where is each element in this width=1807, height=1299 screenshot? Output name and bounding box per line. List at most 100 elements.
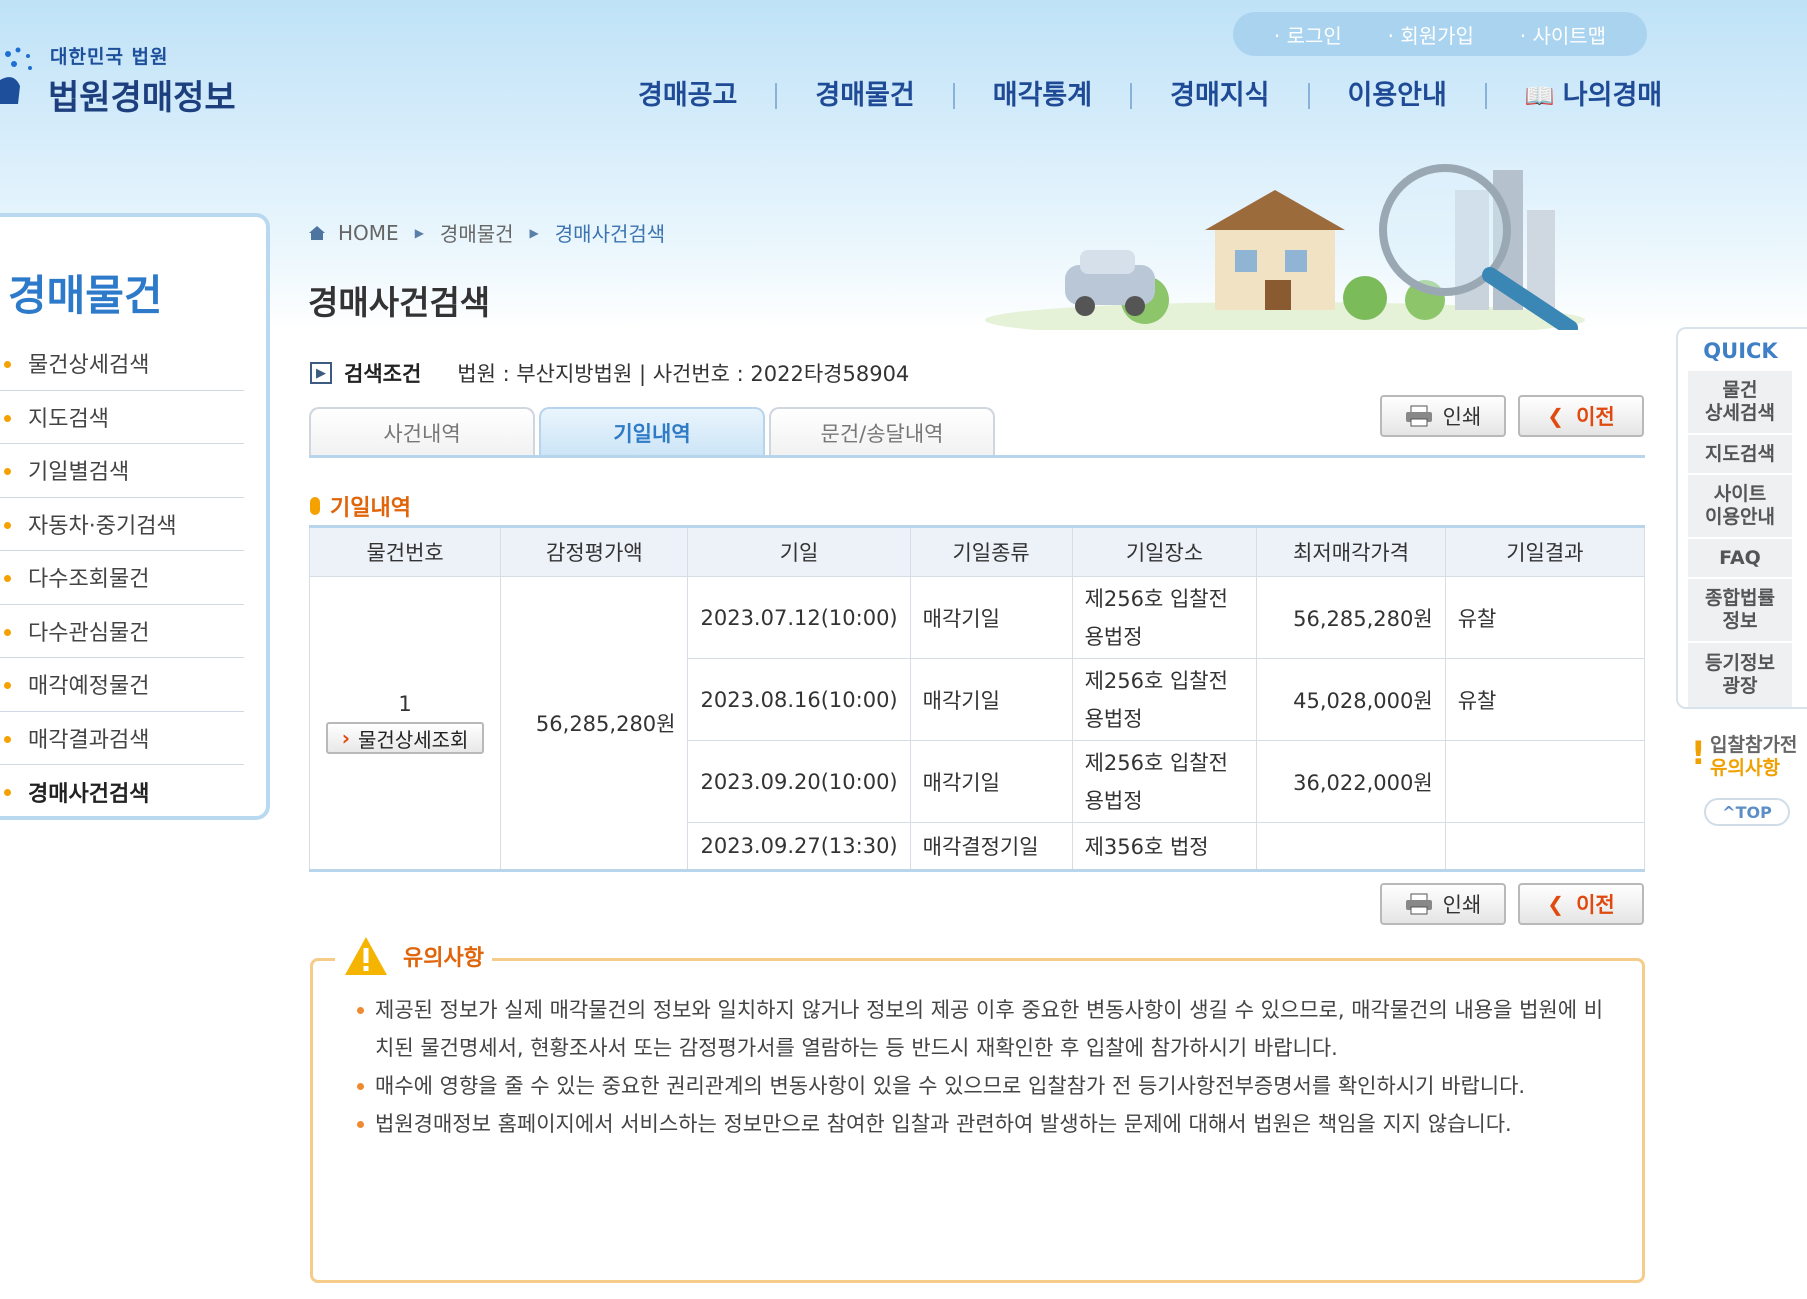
quick-item-faq[interactable]: FAQ	[1688, 539, 1792, 579]
breadcrumb: HOME ▶ 경매물건 ▶ 경매사건검색	[308, 218, 665, 247]
notice-header: 유의사항	[335, 935, 492, 977]
sidebar-item-most-viewed[interactable]: 다수조회물건	[0, 551, 244, 605]
sidebar-item-most-interested[interactable]: 다수관심물건	[0, 605, 244, 658]
notice-item: 매수에 영향을 줄 수 있는 중요한 권리관계의 변동사항이 있을 수 있으므로…	[353, 1067, 1613, 1105]
chevron-left-icon: ❮	[1547, 404, 1565, 428]
site-logo[interactable]: 대한민국 법원 법원경매정보	[0, 32, 240, 122]
exclamation-icon: !	[1691, 734, 1706, 772]
util-join-link[interactable]: 회원가입	[1388, 20, 1474, 49]
breadcrumb-home[interactable]: HOME	[338, 221, 399, 245]
quick-menu-title: QUICK	[1703, 339, 1778, 363]
quick-item-line: 지도검색	[1705, 442, 1775, 465]
tab-hearing-dates[interactable]: 기일내역	[539, 407, 765, 457]
th-type: 기일종류	[909, 526, 1073, 577]
house-magnifier-illustration	[985, 164, 1585, 330]
place-cell: 제256호 입찰전용법정	[1071, 740, 1258, 823]
item-detail-button[interactable]: › 물건상세조회	[325, 722, 485, 754]
nav-sale-stats[interactable]: 매각통계	[955, 82, 1133, 109]
quick-menu: QUICK 물건 상세검색 지도검색 사이트 이용안내 FAQ 종합법률 정보 등기정…	[1676, 327, 1807, 709]
section-title: 기일내역	[310, 490, 411, 522]
util-sitemap-link[interactable]: 사이트맵	[1520, 20, 1606, 49]
print-button-top[interactable]: 인쇄	[1380, 395, 1506, 437]
top-button[interactable]: ^ TOP	[1704, 798, 1790, 826]
sidebar: 경매물건 물건상세검색 지도검색 기일별검색 자동차·중기검색 다수조회물건 다…	[0, 213, 270, 820]
date-cell: 2023.07.12(10:00)	[687, 576, 911, 659]
header: 대한민국 법원 법원경매정보 로그인 회원가입 사이트맵 경매공고 경매물건 매…	[0, 0, 1807, 330]
quick-menu-list: 물건 상세검색 지도검색 사이트 이용안내 FAQ 종합법률 정보 등기정보 광장	[1688, 371, 1792, 707]
th-result: 기일결과	[1444, 526, 1646, 577]
sidebar-item-case-search[interactable]: 경매사건검색	[0, 765, 244, 819]
place-cell: 제256호 입찰전용법정	[1071, 658, 1258, 741]
quick-item-site-guide[interactable]: 사이트 이용안내	[1688, 475, 1792, 539]
sidebar-item-scheduled-sale[interactable]: 매각예정물건	[0, 658, 244, 712]
top-button-label: TOP	[1735, 802, 1772, 822]
tab-documents[interactable]: 문건/송달내역	[769, 407, 995, 457]
bullet-icon	[310, 497, 320, 515]
sidebar-item-map-search[interactable]: 지도검색	[0, 391, 244, 444]
appraisal-cell: 56,285,280원	[500, 576, 689, 871]
print-button-label: 인쇄	[1442, 893, 1482, 917]
sidebar-item-detail-search[interactable]: 물건상세검색	[0, 337, 244, 391]
quick-item-line: 종합법률	[1705, 587, 1775, 609]
arrow-box-icon: ▶	[310, 362, 332, 384]
nav-auction-items[interactable]: 경매물건	[777, 82, 955, 109]
item-no-cell: 1 › 물건상세조회	[308, 576, 502, 871]
type-cell: 매각기일	[909, 658, 1073, 741]
th-min-price: 최저매각가격	[1256, 526, 1446, 577]
tab-case-details[interactable]: 사건내역	[309, 407, 535, 457]
nav-auction-notice[interactable]: 경매공고	[618, 82, 778, 109]
sidebar-menu: 물건상세검색 지도검색 기일별검색 자동차·중기검색 다수조회물건 다수관심물건…	[0, 337, 244, 819]
tab-bar: 사건내역 기일내역 문건/송달내역	[309, 407, 999, 457]
search-condition: ▶ 검색조건 법원 : 부산지방법원 | 사건번호 : 2022타경58904	[310, 358, 909, 388]
place-cell: 제356호 법정	[1071, 822, 1258, 871]
nav-auction-knowledge[interactable]: 경매지식	[1132, 82, 1310, 109]
notice-title: 유의사항	[403, 946, 484, 971]
prev-button-label: 이전	[1576, 405, 1615, 429]
sidebar-item-vehicle-search[interactable]: 자동차·중기검색	[0, 498, 244, 551]
breadcrumb-separator-icon: ▶	[414, 225, 424, 240]
th-item-no: 물건번호	[308, 526, 502, 577]
quick-item-registry[interactable]: 등기정보 광장	[1688, 643, 1792, 707]
utility-nav: 로그인 회원가입 사이트맵	[1233, 12, 1647, 56]
print-button-label: 인쇄	[1442, 405, 1482, 429]
quick-item-line: FAQ	[1719, 546, 1761, 569]
prev-button-bottom[interactable]: ❮ 이전	[1518, 883, 1644, 925]
place-cell: 제256호 입찰전용법정	[1071, 576, 1258, 659]
print-button-bottom[interactable]: 인쇄	[1380, 883, 1506, 925]
prev-button-top[interactable]: ❮ 이전	[1518, 395, 1644, 437]
notice-item: 법원경매정보 홈페이지에서 서비스하는 정보만으로 참여한 입찰과 관련하여 발…	[353, 1105, 1613, 1143]
quick-item-map-search[interactable]: 지도검색	[1688, 435, 1792, 475]
nav-my-auction[interactable]: 📖 나의경매	[1487, 80, 1663, 111]
nav-my-auction-label: 나의경매	[1562, 80, 1663, 111]
printer-icon	[1405, 893, 1432, 915]
result-cell: 유찰	[1444, 658, 1646, 741]
min-price-cell: 36,022,000원	[1256, 740, 1446, 823]
notice-item: 제공된 정보가 실제 매각물건의 정보와 일치하지 않거나 정보의 제공 이후 …	[353, 991, 1613, 1067]
min-price-cell: 56,285,280원	[1256, 576, 1446, 659]
court-logo-icon	[0, 47, 32, 104]
sidebar-item-date-search[interactable]: 기일별검색	[0, 444, 244, 498]
notice-list: 제공된 정보가 실제 매각물건의 정보와 일치하지 않거나 정보의 제공 이후 …	[353, 991, 1613, 1143]
breadcrumb-separator-icon: ▶	[529, 225, 539, 240]
type-cell: 매각기일	[909, 740, 1073, 823]
logo-subtitle: 대한민국 법원	[50, 46, 169, 68]
nav-guide[interactable]: 이용안내	[1310, 82, 1487, 109]
util-login-link[interactable]: 로그인	[1274, 20, 1342, 49]
sidebar-item-sale-result[interactable]: 매각결과검색	[0, 712, 244, 765]
quick-bid-notice[interactable]: ! 입찰참가전 유의사항	[1688, 728, 1807, 779]
quick-item-line: 이용안내	[1705, 506, 1775, 528]
quick-bid-notice-line2: 유의사항	[1710, 757, 1780, 779]
search-condition-label: 검색조건	[344, 362, 422, 386]
type-cell: 매각기일	[909, 576, 1073, 659]
breadcrumb-items[interactable]: 경매물건	[440, 218, 514, 247]
quick-item-law-info[interactable]: 종합법률 정보	[1688, 579, 1792, 643]
home-icon	[309, 225, 325, 240]
table-row: 1 › 물건상세조회 56,285,280원 2023.07.12(10:00)…	[308, 576, 1646, 871]
date-cell: 2023.09.20(10:00)	[687, 740, 911, 823]
quick-item-line: 사이트	[1713, 483, 1767, 505]
quick-item-line: 정보	[1722, 610, 1758, 632]
quick-item-detail-search[interactable]: 물건 상세검색	[1688, 371, 1792, 435]
quick-item-line: 등기정보	[1705, 652, 1775, 674]
page-title: 경매사건검색	[308, 283, 491, 322]
book-icon: 📖	[1524, 82, 1555, 110]
